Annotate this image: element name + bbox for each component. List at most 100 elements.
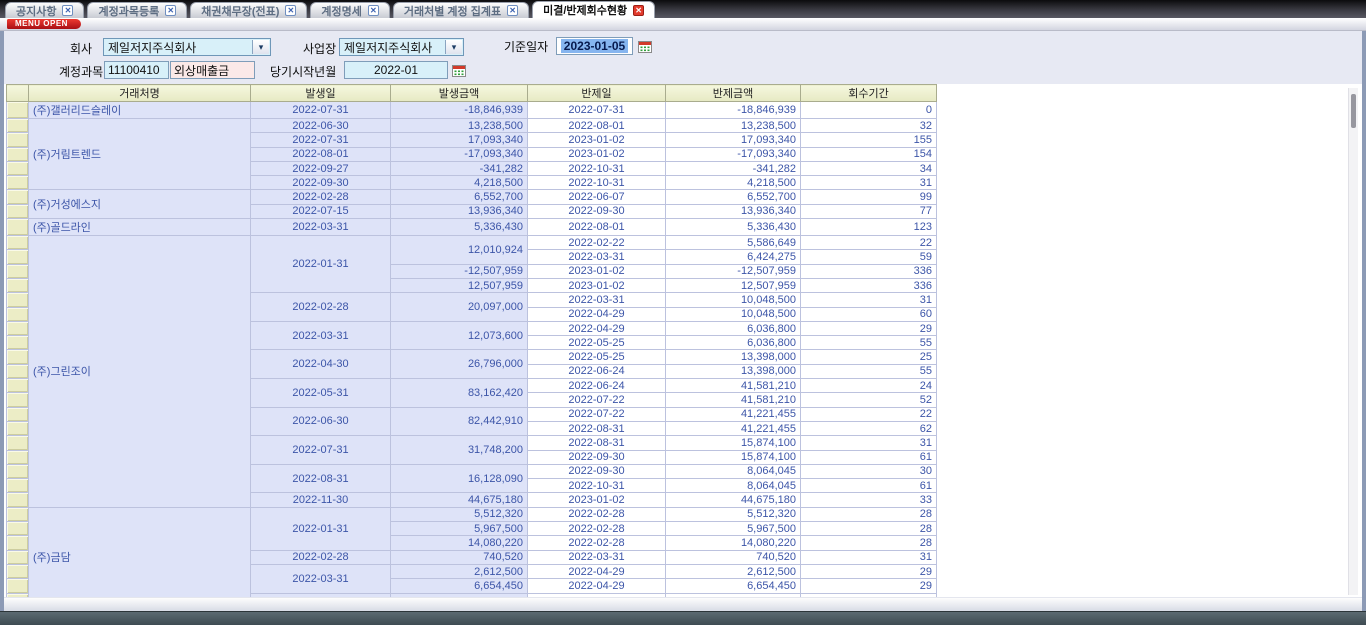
collect-days-cell[interactable]: 33 [801, 493, 937, 507]
row-selector[interactable] [7, 479, 29, 493]
occur-date-cell[interactable]: 2022-09-30 [251, 176, 391, 190]
collect-days-cell[interactable]: 155 [801, 133, 937, 147]
tab-close-icon[interactable]: ✕ [285, 5, 296, 16]
occur-amount-cell[interactable]: 26,796,000 [391, 350, 528, 379]
tab-4[interactable]: 계정명세✕ [310, 2, 389, 18]
occur-amount-cell[interactable]: 13,238,500 [391, 119, 528, 133]
row-selector[interactable] [7, 579, 29, 593]
collect-days-cell[interactable]: 123 [801, 219, 937, 236]
collect-days-cell[interactable]: 31 [801, 176, 937, 190]
row-selector[interactable] [7, 464, 29, 478]
collect-days-cell[interactable]: 55 [801, 336, 937, 350]
row-selector[interactable] [7, 507, 29, 521]
settle-amount-cell[interactable]: 2,612,500 [666, 564, 801, 578]
row-selector[interactable] [7, 379, 29, 393]
row-selector[interactable] [7, 278, 29, 292]
occur-date-cell[interactable]: 2022-04-30 [251, 350, 391, 379]
collect-days-cell[interactable]: 99 [801, 190, 937, 204]
scrollbar-thumb[interactable] [1351, 94, 1356, 128]
occur-date-cell[interactable]: 2022-05-31 [251, 379, 391, 408]
tab-3[interactable]: 채권채무장(전표)✕ [190, 2, 307, 18]
collect-days-cell[interactable]: 28 [801, 522, 937, 536]
settle-amount-cell[interactable]: 10,048,500 [666, 293, 801, 307]
settle-amount-cell[interactable]: 6,424,275 [666, 250, 801, 264]
settle-amount-cell[interactable]: 10,048,500 [666, 307, 801, 321]
occur-amount-cell[interactable]: 44,675,180 [391, 493, 528, 507]
occur-amount-cell[interactable]: 16,128,090 [391, 464, 528, 493]
row-selector[interactable] [7, 493, 29, 507]
settle-amount-cell[interactable]: 13,398,000 [666, 350, 801, 364]
settle-date-cell[interactable]: 2022-09-30 [528, 450, 666, 464]
settle-date-cell[interactable]: 2022-06-07 [528, 190, 666, 204]
settle-date-cell[interactable]: 2022-08-31 [528, 421, 666, 435]
row-selector[interactable] [7, 336, 29, 350]
row-selector[interactable] [7, 264, 29, 278]
occur-date-cell[interactable]: 2022-06-30 [251, 407, 391, 436]
occur-date-cell[interactable]: 2022-03-31 [251, 219, 391, 236]
row-selector[interactable] [7, 364, 29, 378]
occur-date-cell[interactable]: 2022-02-28 [251, 190, 391, 204]
column-header-5[interactable]: 반제금액 [666, 85, 801, 102]
row-selector[interactable] [7, 161, 29, 175]
settle-date-cell[interactable]: 2022-03-31 [528, 293, 666, 307]
collect-days-cell[interactable]: 0 [801, 102, 937, 119]
tab-1[interactable]: 공지사항✕ [5, 2, 84, 18]
row-selector[interactable] [7, 236, 29, 250]
collect-days-cell[interactable]: 60 [801, 307, 937, 321]
settle-date-cell[interactable]: 2022-10-31 [528, 161, 666, 175]
occur-date-cell[interactable]: 2022-11-30 [251, 493, 391, 507]
chevron-down-icon[interactable]: ▾ [445, 40, 462, 54]
collect-days-cell[interactable]: 29 [801, 321, 937, 335]
settle-amount-cell[interactable]: 6,036,800 [666, 321, 801, 335]
settle-date-cell[interactable]: 2023-01-02 [528, 133, 666, 147]
column-header-6[interactable]: 회수기간 [801, 85, 937, 102]
occur-amount-cell[interactable]: -17,093,340 [391, 147, 528, 161]
occur-amount-cell[interactable]: 4,218,500 [391, 176, 528, 190]
settle-amount-cell[interactable]: 13,238,500 [666, 119, 801, 133]
collect-days-cell[interactable]: 336 [801, 264, 937, 278]
settle-amount-cell[interactable]: 8,064,045 [666, 464, 801, 478]
settle-amount-cell[interactable]: 5,336,430 [666, 219, 801, 236]
collect-days-cell[interactable]: 59 [801, 250, 937, 264]
occur-amount-cell[interactable]: 6,654,450 [391, 579, 528, 593]
collect-days-cell[interactable]: 28 [801, 507, 937, 521]
row-selector[interactable] [7, 293, 29, 307]
collect-days-cell[interactable]: 22 [801, 407, 937, 421]
tab-2[interactable]: 계정과목등록✕ [87, 2, 187, 18]
row-selector[interactable] [7, 421, 29, 435]
row-selector[interactable] [7, 407, 29, 421]
settle-date-cell[interactable]: 2022-05-25 [528, 350, 666, 364]
row-selector[interactable] [7, 133, 29, 147]
calendar-icon[interactable] [452, 63, 466, 77]
row-selector[interactable] [7, 393, 29, 407]
occur-amount-cell[interactable]: 12,073,600 [391, 321, 528, 350]
occur-amount-cell[interactable]: 5,512,320 [391, 507, 528, 521]
collect-days-cell[interactable]: 62 [801, 421, 937, 435]
settle-date-cell[interactable]: 2022-08-01 [528, 119, 666, 133]
occur-amount-cell[interactable]: -18,846,939 [391, 102, 528, 119]
settle-date-cell[interactable]: 2022-02-28 [528, 522, 666, 536]
settle-date-cell[interactable]: 2022-06-24 [528, 364, 666, 378]
occur-date-cell[interactable]: 2022-03-31 [251, 564, 391, 593]
settle-amount-cell[interactable]: 6,036,800 [666, 336, 801, 350]
account-code-input[interactable]: 11100410 [104, 61, 169, 79]
settle-date-cell[interactable]: 2022-06-24 [528, 379, 666, 393]
occur-date-cell[interactable]: 2022-09-27 [251, 161, 391, 175]
occur-amount-cell[interactable]: 83,162,420 [391, 379, 528, 408]
customer-name-cell[interactable]: (주)거림트렌드 [29, 119, 251, 190]
column-header-4[interactable]: 반제일 [528, 85, 666, 102]
row-selector[interactable] [7, 219, 29, 236]
collect-days-cell[interactable]: 24 [801, 379, 937, 393]
settle-date-cell[interactable]: 2022-08-01 [528, 219, 666, 236]
tab-5[interactable]: 거래처별 계정 집계표✕ [393, 2, 529, 18]
settle-amount-cell[interactable]: 5,967,500 [666, 522, 801, 536]
settle-date-cell[interactable]: 2022-05-25 [528, 336, 666, 350]
menu-open-button[interactable]: MENU OPEN [7, 19, 81, 29]
collect-days-cell[interactable]: 61 [801, 479, 937, 493]
row-selector[interactable] [7, 564, 29, 578]
settle-date-cell[interactable]: 2022-07-22 [528, 393, 666, 407]
collect-days-cell[interactable]: 55 [801, 364, 937, 378]
occur-date-cell[interactable]: 2022-01-31 [251, 507, 391, 550]
customer-name-cell[interactable]: (주)금담 [29, 507, 251, 598]
customer-name-cell[interactable]: (주)그린조이 [29, 236, 251, 508]
